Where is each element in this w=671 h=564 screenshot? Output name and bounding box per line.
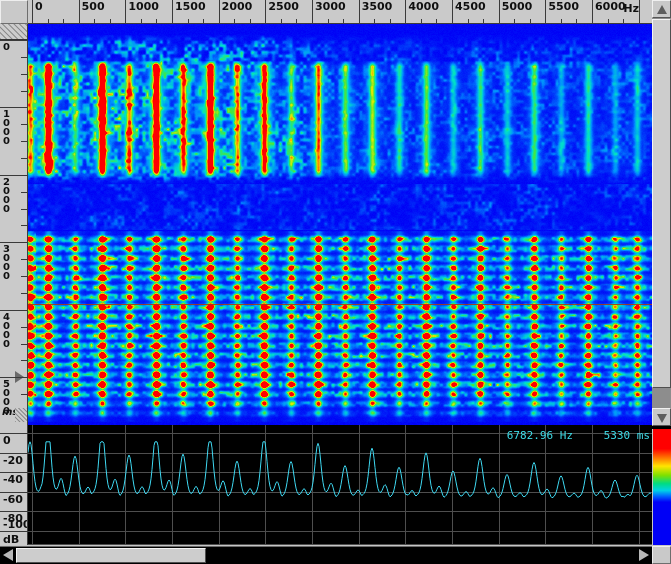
- major-tick: [0, 310, 28, 311]
- minor-tick: [21, 91, 28, 92]
- minor-tick: [21, 124, 28, 125]
- grid-line: [0, 531, 28, 532]
- scroll-left-button[interactable]: [0, 547, 16, 564]
- minor-tick: [21, 276, 28, 277]
- spectrogram-canvas[interactable]: [28, 24, 652, 425]
- tick-label: -20: [3, 455, 23, 466]
- minor-tick: [21, 192, 28, 193]
- vertical-scrollbar-thumb[interactable]: [652, 19, 671, 388]
- major-tick: [499, 0, 500, 24]
- tick-label: 4500: [455, 1, 486, 12]
- major-tick: [405, 0, 406, 24]
- intensity-colorbar: [653, 429, 671, 545]
- minor-tick: [21, 293, 28, 294]
- tick-label: 1 0 0 0: [3, 110, 10, 146]
- minor-tick: [21, 394, 28, 395]
- minor-tick: [21, 360, 28, 361]
- major-tick: [452, 0, 453, 24]
- time-ruler[interactable]: ms 01 0 0 02 0 0 03 0 0 04 0 0 05 0 0 0: [0, 24, 28, 425]
- major-tick: [219, 0, 220, 24]
- major-tick: [0, 107, 28, 108]
- minor-tick: [21, 344, 28, 345]
- tick-label: 5500: [548, 1, 579, 12]
- scroll-down-button[interactable]: [652, 408, 671, 426]
- major-tick: [639, 0, 640, 24]
- scroll-right-button[interactable]: [636, 547, 652, 564]
- frequency-readout: 6782.96 Hz: [453, 429, 573, 442]
- tick-label: 3000: [315, 1, 346, 12]
- major-tick: [592, 0, 593, 24]
- tick-label: 6000: [595, 1, 626, 12]
- major-tick: [265, 0, 266, 24]
- arrow-down-icon: [657, 414, 667, 423]
- tick-label: 0: [35, 1, 43, 12]
- tick-label: 1500: [175, 1, 206, 12]
- ruler-hatch-bottom: [15, 408, 27, 422]
- tick-label: 5 0 0 0: [3, 380, 10, 416]
- tick-label: 1000: [128, 1, 159, 12]
- major-tick: [172, 0, 173, 24]
- major-tick: [79, 0, 80, 24]
- db-unit-label: dB: [3, 533, 19, 545]
- major-tick: [359, 0, 360, 24]
- major-tick: [312, 0, 313, 24]
- minor-tick: [21, 327, 28, 328]
- tick-label: 2000: [222, 1, 253, 12]
- tick-label: 2 0 0 0: [3, 178, 10, 214]
- tick-label: 2500: [268, 1, 299, 12]
- app-window: Hz 0500100015002000250030003500400045005…: [0, 0, 671, 564]
- corner-box-top-left: [0, 0, 28, 24]
- tick-label: 4000: [408, 1, 439, 12]
- arrow-left-icon: [3, 549, 13, 561]
- major-tick: [545, 0, 546, 24]
- arrow-right-icon: [639, 549, 649, 561]
- spectrum-plot-canvas[interactable]: [28, 425, 652, 545]
- tick-label: 5000: [502, 1, 533, 12]
- arrow-up-icon: [657, 5, 667, 14]
- frequency-ruler[interactable]: Hz 0500100015002000250030003500400045005…: [28, 0, 652, 24]
- corner-box-bottom-right: [652, 546, 671, 564]
- major-tick: [0, 40, 28, 41]
- tick-label: -60: [3, 494, 23, 505]
- minor-tick: [21, 259, 28, 260]
- tick-label: -40: [3, 474, 23, 485]
- tick-label: 500: [82, 1, 105, 12]
- db-ruler[interactable]: dB 0-20-40-60-80-100: [0, 425, 28, 545]
- tick-label: 4 0 0 0: [3, 313, 10, 349]
- minor-tick: [21, 141, 28, 142]
- major-tick: [32, 0, 33, 24]
- minor-tick: [21, 74, 28, 75]
- tick-label: 3500: [362, 1, 393, 12]
- major-tick: [125, 0, 126, 24]
- minor-tick: [21, 158, 28, 159]
- minor-tick: [21, 57, 28, 58]
- horizontal-scrollbar-thumb[interactable]: [16, 548, 206, 563]
- tick-label: 0: [3, 43, 10, 52]
- time-readout: 5330 ms: [560, 429, 650, 442]
- tick-label: 0: [3, 435, 11, 446]
- scroll-up-button[interactable]: [652, 0, 671, 18]
- minor-tick: [21, 225, 28, 226]
- minor-tick: [21, 209, 28, 210]
- ruler-hatch-top: [0, 24, 27, 40]
- major-tick: [0, 242, 28, 243]
- tick-label: -100: [3, 519, 28, 530]
- major-tick: [0, 175, 28, 176]
- major-tick: [0, 377, 28, 378]
- tick-label: 3 0 0 0: [3, 245, 10, 281]
